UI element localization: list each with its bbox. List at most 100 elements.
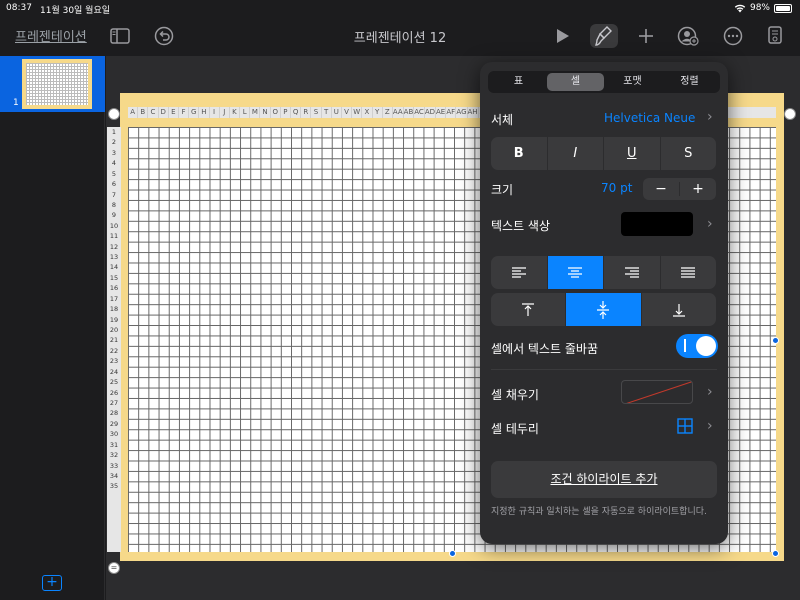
row-header[interactable]: 30 bbox=[107, 429, 121, 439]
column-header[interactable]: E bbox=[169, 107, 179, 118]
text-color-well[interactable] bbox=[621, 212, 693, 236]
row-header[interactable]: 28 bbox=[107, 408, 121, 418]
cell-fill-well[interactable] bbox=[621, 380, 693, 404]
row-header[interactable]: 6 bbox=[107, 179, 121, 189]
column-header[interactable]: M bbox=[250, 107, 261, 118]
slide-thumbnail-selected[interactable]: 1 bbox=[0, 56, 105, 112]
presentations-back-link[interactable]: 프레젠테이션 bbox=[15, 26, 87, 45]
row-header[interactable]: 31 bbox=[107, 440, 121, 450]
italic-button[interactable]: I bbox=[548, 137, 604, 170]
column-header[interactable]: A bbox=[128, 107, 139, 118]
row-header[interactable]: 1 bbox=[107, 127, 121, 137]
align-middle-button[interactable] bbox=[566, 293, 642, 326]
column-header[interactable]: V bbox=[342, 107, 353, 118]
column-header[interactable]: AE bbox=[436, 107, 447, 118]
tab-arrange[interactable]: 정렬 bbox=[661, 73, 718, 91]
row-header[interactable]: 25 bbox=[107, 377, 121, 387]
row-header[interactable]: 22 bbox=[107, 346, 121, 356]
row-header[interactable]: 7 bbox=[107, 190, 121, 200]
column-header[interactable]: K bbox=[230, 107, 241, 118]
slide-thumbnail[interactable] bbox=[22, 59, 92, 109]
bold-button[interactable]: B bbox=[491, 137, 548, 170]
column-header[interactable]: L bbox=[240, 107, 251, 118]
column-header[interactable]: AF bbox=[446, 107, 457, 118]
row-header[interactable]: 11 bbox=[107, 231, 121, 241]
column-header[interactable]: O bbox=[271, 107, 281, 118]
row-header[interactable]: 33 bbox=[107, 461, 121, 471]
row-header[interactable]: 20 bbox=[107, 325, 121, 335]
size-increase-button[interactable]: + bbox=[680, 178, 716, 200]
align-justify-button[interactable] bbox=[661, 256, 717, 289]
row-header[interactable]: 19 bbox=[107, 315, 121, 325]
font-chevron-icon[interactable]: › bbox=[707, 109, 713, 125]
column-header[interactable]: AH bbox=[468, 107, 479, 118]
font-value[interactable]: Helvetica Neue bbox=[604, 111, 695, 125]
more-icon[interactable] bbox=[721, 24, 745, 48]
add-slide-button[interactable]: + bbox=[42, 575, 62, 591]
column-header[interactable]: P bbox=[281, 107, 291, 118]
resize-handle-corner[interactable] bbox=[772, 550, 779, 557]
table-column-add-handle[interactable] bbox=[784, 108, 796, 120]
column-header[interactable]: S bbox=[311, 107, 322, 118]
size-decrease-button[interactable]: − bbox=[643, 178, 679, 200]
column-header[interactable]: Q bbox=[291, 107, 302, 118]
row-header[interactable]: 14 bbox=[107, 262, 121, 272]
column-header[interactable]: AB bbox=[404, 107, 415, 118]
column-header[interactable]: I bbox=[210, 107, 220, 118]
align-right-button[interactable] bbox=[604, 256, 661, 289]
row-header[interactable]: 12 bbox=[107, 242, 121, 252]
size-value[interactable]: 70 pt bbox=[601, 181, 632, 195]
column-header[interactable]: D bbox=[159, 107, 169, 118]
align-top-button[interactable] bbox=[491, 293, 567, 326]
column-header[interactable]: Y bbox=[373, 107, 383, 118]
column-header[interactable]: X bbox=[362, 107, 373, 118]
collaborate-icon[interactable] bbox=[676, 24, 700, 48]
add-conditional-highlight-button[interactable]: 조건 하이라이트 추가 bbox=[491, 461, 717, 498]
row-header[interactable]: 3 bbox=[107, 148, 121, 158]
row-header[interactable]: 15 bbox=[107, 273, 121, 283]
row-header[interactable]: 10 bbox=[107, 221, 121, 231]
row-header[interactable]: 26 bbox=[107, 388, 121, 398]
row-header[interactable]: 24 bbox=[107, 367, 121, 377]
tab-cell[interactable]: 셀 bbox=[547, 73, 604, 91]
row-header[interactable]: 23 bbox=[107, 356, 121, 366]
row-header[interactable]: 5 bbox=[107, 169, 121, 179]
row-header[interactable]: 8 bbox=[107, 200, 121, 210]
text-color-chevron-icon[interactable]: › bbox=[707, 216, 713, 232]
row-header[interactable]: 27 bbox=[107, 398, 121, 408]
align-center-button[interactable] bbox=[547, 256, 604, 289]
underline-button[interactable]: U bbox=[604, 137, 661, 170]
add-icon[interactable] bbox=[634, 24, 658, 48]
wrap-text-toggle[interactable] bbox=[676, 334, 718, 358]
row-header[interactable]: 13 bbox=[107, 252, 121, 262]
row-header[interactable]: 32 bbox=[107, 450, 121, 460]
column-header[interactable]: AG bbox=[456, 107, 468, 118]
row-header[interactable]: 34 bbox=[107, 471, 121, 481]
align-bottom-button[interactable] bbox=[642, 293, 716, 326]
row-header[interactable]: 35 bbox=[107, 481, 121, 491]
row-header[interactable]: 2 bbox=[107, 137, 121, 147]
table-row-headers[interactable]: 1 2 3 4 5 6 7 8 9 10 11 12 13 14 15 16 17 18 19 20 21 22 23 24 2… bbox=[107, 127, 121, 552]
document-options-icon[interactable] bbox=[763, 24, 787, 48]
cell-fill-chevron-icon[interactable]: › bbox=[707, 384, 713, 400]
resize-handle-right[interactable] bbox=[772, 337, 779, 344]
column-header[interactable]: H bbox=[199, 107, 210, 118]
undo-icon[interactable] bbox=[152, 24, 176, 48]
table-select-handle[interactable] bbox=[108, 108, 120, 120]
column-header[interactable]: N bbox=[260, 107, 271, 118]
column-header[interactable]: W bbox=[352, 107, 363, 118]
column-header[interactable]: T bbox=[322, 107, 332, 118]
row-header[interactable]: 17 bbox=[107, 294, 121, 304]
column-header[interactable]: AD bbox=[425, 107, 436, 118]
strikethrough-button[interactable]: S bbox=[661, 137, 717, 170]
row-header[interactable]: 29 bbox=[107, 419, 121, 429]
sidebar-toggle-icon[interactable] bbox=[108, 24, 132, 48]
resize-handle-bottom[interactable] bbox=[449, 550, 456, 557]
column-header[interactable]: C bbox=[148, 107, 159, 118]
cell-borders-icon[interactable] bbox=[677, 418, 693, 434]
table-row-add-handle[interactable]: = bbox=[108, 562, 120, 574]
column-header[interactable]: J bbox=[220, 107, 230, 118]
row-header[interactable]: 4 bbox=[107, 158, 121, 168]
play-icon[interactable] bbox=[551, 24, 575, 48]
row-header[interactable]: 21 bbox=[107, 335, 121, 345]
